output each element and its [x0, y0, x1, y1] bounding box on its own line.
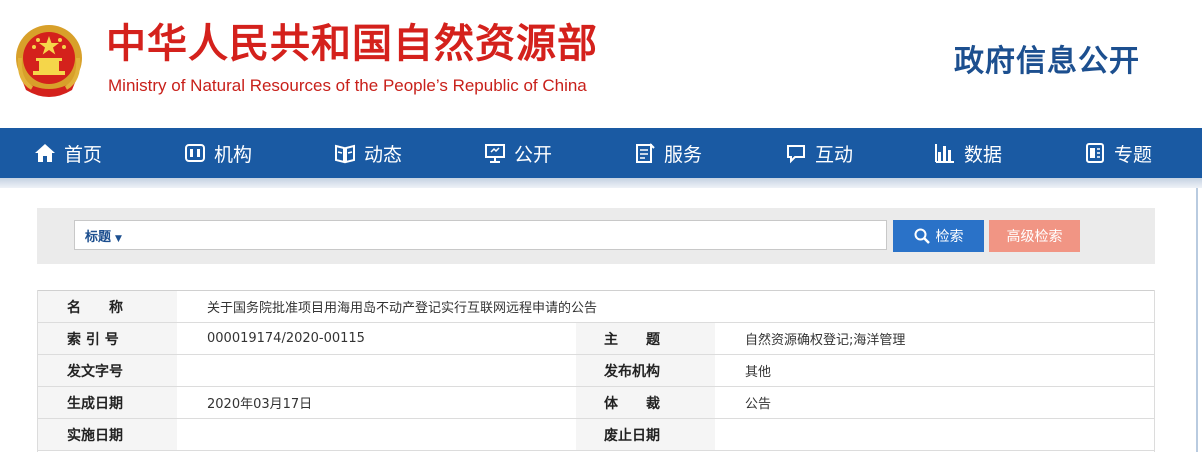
nav-item-topic[interactable]: 专题 — [1084, 128, 1152, 178]
advanced-search-button[interactable]: 高级检索 — [989, 220, 1080, 252]
search-button-label: 检索 — [935, 229, 964, 245]
home-icon — [35, 144, 55, 162]
nav-item-label: 机构 — [214, 143, 253, 166]
triangle-down-icon: ▼ — [115, 233, 122, 244]
disclosure-icon — [485, 144, 505, 163]
nav-item-label: 首页 — [64, 143, 103, 166]
subject-label: 主 题 — [576, 322, 715, 355]
date-value: 2020年03月17日 — [177, 386, 576, 419]
document-number-label: 发文字号 — [37, 354, 177, 387]
nav-item-label: 公开 — [514, 143, 553, 166]
nav-item-data[interactable]: 数据 — [934, 128, 1002, 178]
nav-item-disclosure[interactable]: 公开 — [484, 128, 552, 178]
effective-date-label: 实施日期 — [37, 418, 177, 451]
nav-item-home[interactable]: 首页 — [34, 128, 102, 178]
name-value: 关于国务院批准项目用海用岛不动产登记实行互联网远程申请的公告 — [177, 290, 1155, 323]
bar-chart-icon — [935, 144, 954, 163]
nav-shadow — [0, 178, 1202, 188]
nav-item-label: 服务 — [664, 143, 703, 166]
index-value: 000019174/2020-00115 — [177, 322, 576, 355]
organization-icon — [185, 144, 205, 162]
publisher-value: 其他 — [715, 354, 1155, 387]
nav-item-news[interactable]: 动态 — [334, 128, 402, 178]
search-button[interactable]: 检索 — [893, 220, 984, 252]
expiry-date-label: 废止日期 — [576, 418, 715, 451]
search-input[interactable]: 标题 ▼ — [74, 220, 887, 250]
publisher-label: 发布机构 — [576, 354, 715, 387]
service-icon — [636, 143, 655, 163]
page-divider — [1196, 188, 1198, 452]
table-row: 实施日期 废止日期 — [37, 418, 1155, 451]
main-nav: 首页 机构 动态 公开 服务 互动 数据 专题 — [0, 128, 1202, 178]
name-label: 名 称 — [37, 290, 177, 323]
nav-item-interaction[interactable]: 互动 — [785, 128, 853, 178]
nav-item-label: 互动 — [815, 143, 854, 166]
table-row: 名 称 关于国务院批准项目用海用岛不动产登记实行互联网远程申请的公告 — [37, 290, 1155, 323]
search-type-select[interactable]: 标题 ▼ — [85, 226, 122, 245]
document-number-value — [177, 354, 576, 387]
search-icon — [914, 228, 930, 244]
nav-item-service[interactable]: 服务 — [634, 128, 702, 178]
document-info-table: 名 称 关于国务院批准项目用海用岛不动产登记实行互联网远程申请的公告 索 引 号… — [37, 290, 1155, 451]
effective-date-value — [177, 418, 576, 451]
site-header: 中华人民共和国自然资源部 Ministry of Natural Resourc… — [0, 0, 1202, 128]
news-icon — [335, 144, 355, 164]
section-title[interactable]: 政府信息公开 — [954, 36, 1140, 80]
date-label: 生成日期 — [37, 386, 177, 419]
nav-item-label: 数据 — [964, 143, 1003, 166]
search-bar: 标题 ▼ 检索 高级检索 — [37, 208, 1155, 264]
table-row: 索 引 号 000019174/2020-00115 主 题 自然资源确权登记;… — [37, 322, 1155, 355]
nav-item-label: 专题 — [1114, 143, 1153, 166]
genre-label: 体 裁 — [576, 386, 715, 419]
topic-icon — [1086, 143, 1104, 163]
nav-item-label: 动态 — [364, 143, 403, 166]
table-row: 生成日期 2020年03月17日 体 裁 公告 — [37, 386, 1155, 419]
nav-item-organization[interactable]: 机构 — [184, 128, 252, 178]
expiry-date-value — [715, 418, 1155, 451]
table-row: 发文字号 发布机构 其他 — [37, 354, 1155, 387]
site-title-english[interactable]: Ministry of Natural Resources of the Peo… — [108, 76, 587, 96]
subject-value: 自然资源确权登记;海洋管理 — [715, 322, 1155, 355]
national-emblem-icon[interactable] — [12, 18, 86, 102]
index-label: 索 引 号 — [37, 322, 177, 355]
site-title-chinese[interactable]: 中华人民共和国自然资源部 — [106, 20, 598, 68]
genre-value: 公告 — [715, 386, 1155, 419]
chat-icon — [787, 145, 805, 164]
